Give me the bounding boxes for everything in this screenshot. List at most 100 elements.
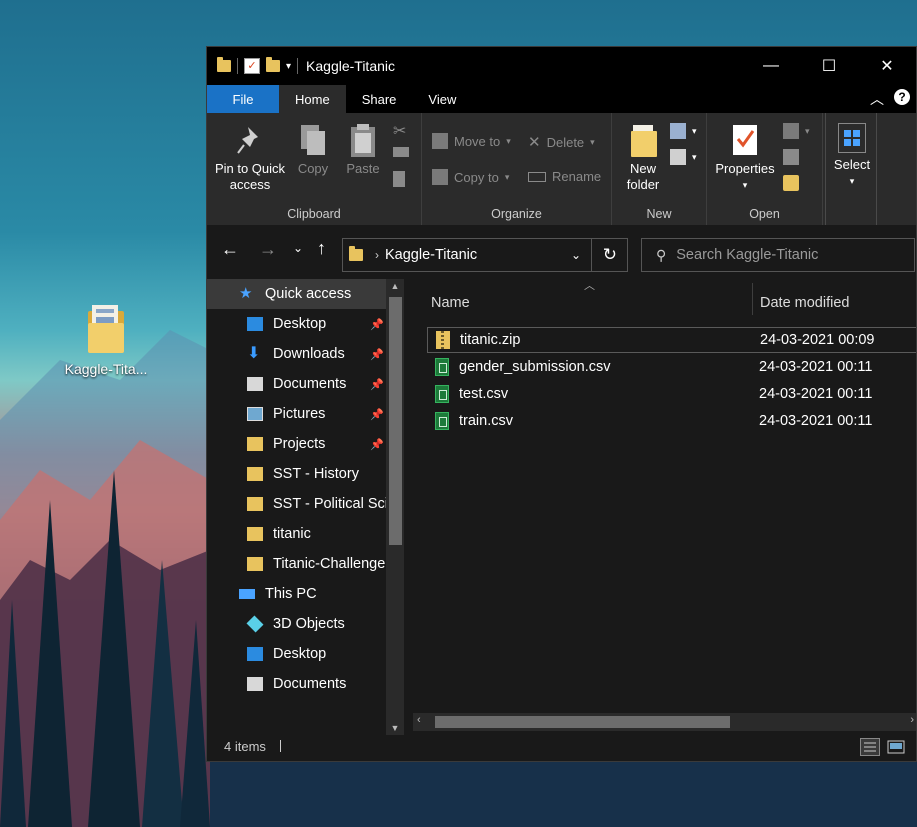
copy-to-button[interactable]: Copy to ▾ bbox=[432, 169, 509, 185]
sidebar-item-3d-objects[interactable]: 3D Objects bbox=[207, 609, 404, 639]
sidebar-item-label: Projects bbox=[273, 436, 326, 452]
desktop-shortcut-kaggle-titanic[interactable]: Kaggle-Tita... bbox=[58, 303, 154, 377]
up-arrow-icon[interactable]: ↑ bbox=[317, 238, 326, 259]
address-dropdown-icon[interactable]: ⌄ bbox=[571, 248, 581, 262]
folder-icon bbox=[247, 467, 263, 481]
address-path[interactable]: Kaggle-Titanic bbox=[385, 247, 477, 263]
pin-icon bbox=[234, 123, 266, 157]
paste-label: Paste bbox=[346, 161, 380, 176]
file-date: 24-03-2021 00:09 bbox=[760, 332, 875, 348]
sidebar-item-titanic[interactable]: titanic bbox=[207, 519, 404, 549]
search-input-placeholder[interactable]: Search Kaggle-Titanic bbox=[676, 247, 818, 263]
open-icon[interactable]: ▾ bbox=[783, 123, 810, 139]
copy-to-icon bbox=[432, 169, 448, 185]
sidebar-item-label: Desktop bbox=[273, 646, 327, 662]
desktop-icon bbox=[247, 317, 263, 331]
pin-icon: 📌 bbox=[370, 348, 384, 361]
sidebar-item-desktop[interactable]: Desktop 📌 bbox=[207, 309, 404, 339]
sidebar-item-documents[interactable]: Documents 📌 bbox=[207, 369, 404, 399]
file-row-train-csv[interactable]: train.csv 24-03-2021 00:11 bbox=[427, 408, 916, 434]
file-date: 24-03-2021 00:11 bbox=[759, 359, 873, 375]
tab-file[interactable]: File bbox=[207, 85, 279, 113]
address-bar[interactable]: › Kaggle-Titanic ⌄ ↻ bbox=[342, 238, 628, 272]
easy-access-icon[interactable]: ▾ bbox=[670, 149, 697, 165]
copy-icon bbox=[297, 123, 329, 157]
scrollbar-thumb[interactable] bbox=[389, 297, 402, 545]
copy-button[interactable]: Copy bbox=[293, 123, 333, 177]
minimize-button[interactable]: — bbox=[742, 47, 800, 85]
select-label: Select bbox=[833, 157, 871, 172]
sidebar-item-projects[interactable]: Projects 📌 bbox=[207, 429, 404, 459]
new-folder-icon[interactable] bbox=[266, 57, 280, 72]
rename-button[interactable]: Rename bbox=[528, 169, 601, 184]
sidebar-item-quick-access[interactable]: ★ Quick access bbox=[207, 279, 404, 309]
move-to-label: Move to bbox=[454, 133, 501, 149]
sidebar-item-documents-pc[interactable]: Documents bbox=[207, 669, 404, 699]
sidebar-item-label: SST - Political Sci bbox=[273, 496, 388, 512]
sidebar-item-sst-history[interactable]: SST - History bbox=[207, 459, 404, 489]
new-item-icon[interactable]: ▾ bbox=[670, 123, 697, 139]
rename-icon bbox=[528, 171, 546, 182]
search-box[interactable]: ⚲ Search Kaggle-Titanic bbox=[641, 238, 915, 272]
close-button[interactable]: ✕ bbox=[858, 47, 916, 85]
copy-path-icon[interactable] bbox=[393, 147, 409, 157]
edit-icon[interactable] bbox=[783, 149, 799, 165]
pin-to-quick-access-button[interactable]: Pin to Quick access bbox=[213, 123, 287, 193]
sidebar-item-titanic-challenge[interactable]: Titanic-Challenge bbox=[207, 549, 404, 579]
properties-button[interactable]: Properties ▾ bbox=[711, 123, 779, 193]
help-icon[interactable]: ? bbox=[894, 89, 910, 105]
column-divider[interactable] bbox=[752, 283, 753, 315]
sidebar-item-sst-political-sci[interactable]: SST - Political Sci bbox=[207, 489, 404, 519]
tab-view[interactable]: View bbox=[412, 85, 472, 113]
file-list-horizontal-scrollbar[interactable]: ‹ › bbox=[413, 713, 916, 731]
star-icon: ★ bbox=[239, 285, 253, 302]
cut-icon[interactable]: ✂ bbox=[393, 121, 406, 141]
paste-button[interactable]: Paste bbox=[343, 123, 383, 177]
select-button[interactable]: Select ▾ bbox=[830, 123, 874, 189]
file-row-gender-submission[interactable]: gender_submission.csv 24-03-2021 00:11 bbox=[427, 354, 916, 380]
paste-shortcut-icon[interactable] bbox=[393, 171, 405, 187]
collapse-ribbon-icon[interactable]: ︿ bbox=[870, 89, 884, 109]
maximize-button[interactable]: ☐ bbox=[800, 47, 858, 85]
back-arrow-icon[interactable]: ← bbox=[221, 239, 239, 260]
refresh-icon[interactable]: ↻ bbox=[603, 245, 617, 265]
move-to-button[interactable]: Move to ▾ bbox=[432, 133, 511, 149]
new-group: New folder ▾ ▾ New bbox=[612, 113, 707, 225]
column-header-name[interactable]: Name bbox=[431, 295, 470, 311]
tab-share[interactable]: Share bbox=[346, 85, 413, 113]
file-row-titanic-zip[interactable]: titanic.zip 24-03-2021 00:09 bbox=[427, 327, 916, 353]
file-row-test-csv[interactable]: test.csv 24-03-2021 00:11 bbox=[427, 381, 916, 407]
sidebar-item-downloads[interactable]: ⬇ Downloads 📌 bbox=[207, 339, 404, 369]
tab-home[interactable]: Home bbox=[279, 85, 346, 113]
chevron-down-icon[interactable]: ▾ bbox=[286, 61, 291, 72]
delete-button[interactable]: ✕ Delete ▾ bbox=[528, 133, 595, 151]
recent-locations-chevron-icon[interactable]: ⌄ bbox=[293, 241, 303, 255]
scroll-right-icon[interactable]: › bbox=[910, 714, 914, 726]
pin-label-line1: Pin to Quick bbox=[214, 161, 286, 176]
details-view-icon[interactable] bbox=[860, 738, 880, 756]
properties-icon bbox=[729, 123, 761, 157]
properties-check-icon[interactable]: ✓ bbox=[244, 58, 260, 74]
title-bar[interactable]: ✓ ▾ Kaggle-Titanic — ☐ ✕ bbox=[207, 47, 916, 85]
new-folder-icon bbox=[627, 123, 659, 157]
large-icons-view-icon[interactable] bbox=[886, 738, 906, 756]
new-group-label: New bbox=[646, 207, 672, 221]
scrollbar-thumb[interactable] bbox=[435, 716, 730, 728]
history-icon[interactable] bbox=[783, 175, 799, 191]
forward-arrow-icon[interactable]: → bbox=[259, 239, 277, 260]
column-header-date-modified[interactable]: Date modified bbox=[760, 295, 849, 311]
sidebar-item-this-pc[interactable]: This PC bbox=[207, 579, 404, 609]
folder-icon bbox=[86, 303, 126, 355]
scroll-left-icon[interactable]: ‹ bbox=[417, 714, 421, 726]
window-title: Kaggle-Titanic bbox=[306, 58, 396, 74]
desktop-icon-label: Kaggle-Tita... bbox=[64, 361, 148, 377]
sidebar-item-pictures[interactable]: Pictures 📌 bbox=[207, 399, 404, 429]
navigation-pane-scrollbar[interactable]: ▲ ▼ bbox=[386, 279, 404, 735]
address-bar-row: ← → ⌄ ↑ › Kaggle-Titanic ⌄ ↻ ⚲ Search Ka… bbox=[207, 225, 916, 279]
clipboard-group: Pin to Quick access Copy Paste ✂ Clipboa… bbox=[207, 113, 422, 225]
folder-icon bbox=[247, 497, 263, 511]
new-folder-button[interactable]: New folder bbox=[620, 123, 666, 193]
scroll-up-icon[interactable]: ▲ bbox=[386, 281, 404, 291]
breadcrumb-chevron-icon[interactable]: › bbox=[375, 248, 379, 262]
sidebar-item-desktop-pc[interactable]: Desktop bbox=[207, 639, 404, 669]
